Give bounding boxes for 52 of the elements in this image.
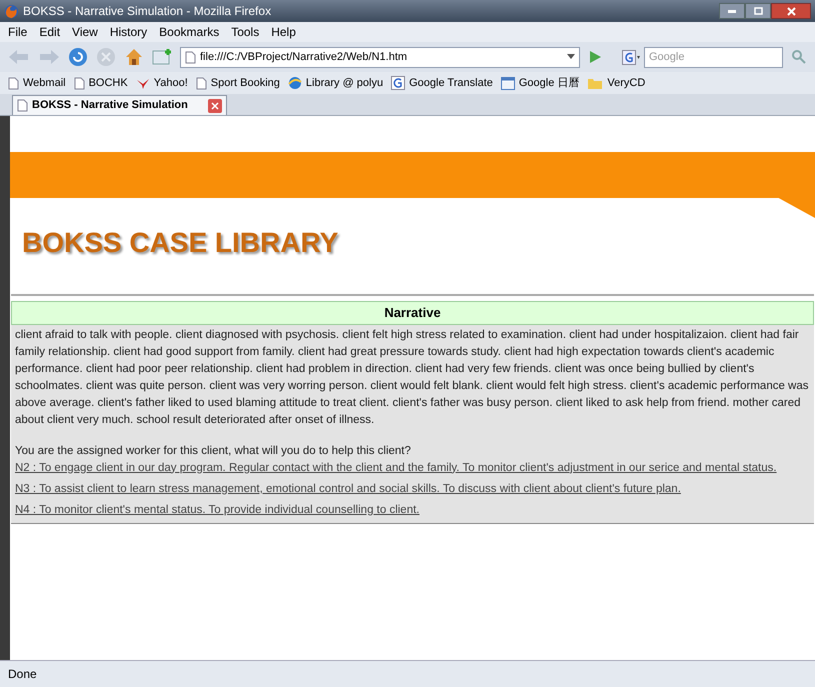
page-icon xyxy=(17,99,28,112)
menu-item[interactable]: Tools xyxy=(231,23,260,41)
tab-title: BOKSS - Narrative Simulation xyxy=(32,98,189,114)
page-icon xyxy=(74,76,85,90)
firefox-icon xyxy=(4,4,19,18)
home-icon[interactable] xyxy=(124,47,144,67)
question-text: You are the assigned worker for this client, what will you do to help this client? xyxy=(15,444,412,458)
page-icon xyxy=(196,76,207,90)
close-tab-icon[interactable] xyxy=(208,98,222,112)
google-icon xyxy=(391,76,406,90)
search-field[interactable]: Google xyxy=(644,46,783,68)
close-icon xyxy=(786,6,796,16)
menu-item[interactable]: Help xyxy=(271,23,296,41)
minimize-icon xyxy=(728,10,736,12)
calendar-icon xyxy=(500,76,515,90)
menu-item[interactable]: History xyxy=(110,23,148,41)
section-header: Narrative xyxy=(11,301,814,324)
menu-item[interactable]: Bookmarks xyxy=(159,23,220,41)
maximize-button[interactable] xyxy=(745,3,771,19)
status-text: Done xyxy=(8,666,37,683)
browser-tab[interactable]: BOKSS - Narrative Simulation xyxy=(12,95,227,115)
window-title: BOKSS - Narrative Simulation - Mozilla Firefox xyxy=(23,3,272,20)
page-heading: BOKSS CASE LIBRARY xyxy=(22,227,338,258)
bookmark-link[interactable]: VeryCD xyxy=(587,74,646,92)
bookmark-link[interactable]: Library @ polyu xyxy=(288,74,384,92)
option-link[interactable]: N3 : To assist client to learn stress management, emotional control and social skills. To discuss with client about client's future plan. xyxy=(15,482,681,494)
page-icon xyxy=(8,76,19,90)
maximize-icon xyxy=(754,7,762,15)
page-icon xyxy=(185,50,196,64)
option-link[interactable]: N2 : To engage client in our day program. Regular contact with the client and the family. To monitor client's adjustment in our serice and mental status. xyxy=(15,462,777,474)
minimize-button[interactable] xyxy=(719,3,745,19)
address-field[interactable]: file:///C:/VBProject/Narrative2/Web/N1.htm xyxy=(180,46,580,68)
bookmark-link[interactable]: BOCHK xyxy=(74,74,128,92)
bookmark-link[interactable]: Webmail xyxy=(8,74,66,92)
bird-icon xyxy=(136,77,150,89)
new-tab-icon[interactable] xyxy=(152,48,172,66)
menu-item[interactable]: Edit xyxy=(39,23,60,41)
bookmark-link[interactable]: Sport Booking xyxy=(196,74,280,92)
close-button[interactable] xyxy=(771,3,811,19)
bookmark-link[interactable]: Yahoo! xyxy=(136,74,188,92)
dropdown-icon[interactable] xyxy=(567,54,575,60)
folder-icon xyxy=(587,76,604,90)
bookmark-link[interactable]: Google 日曆 xyxy=(500,74,580,92)
menu-item[interactable]: File xyxy=(8,23,28,41)
bookmark-link[interactable]: Google Translate xyxy=(391,74,493,92)
globe-icon xyxy=(288,76,302,90)
go-arrow-icon[interactable] xyxy=(588,50,602,64)
reload-icon[interactable] xyxy=(68,47,88,67)
narrative-text: client afraid to talk with people. client diagnosed with psychosis. client felt high stress related to examination. client had under hospitalizaion. client had fair family relationship. client had good support from family. client had great pressure towards study. client had high expectation towards client's academic performance. client had poor peer relationship. client had problem in direction. client had very few friends. client was once being bullied by client's schoolmates. client was quite person. client was very worring person. client would felt blank. client would felt high stress. client's academic performance was above average. client's father liked to used blaming attitude to treat client. client's father was busy person. client liked to ask help from friend. mother cared about client very much. school result deteriorated after onset of illness. xyxy=(15,328,810,428)
menu-item[interactable]: View xyxy=(72,23,98,41)
option-link[interactable]: N4 : To monitor client's mental status. To provide individual counselling to client. xyxy=(15,504,420,516)
google-icon[interactable] xyxy=(622,50,640,64)
